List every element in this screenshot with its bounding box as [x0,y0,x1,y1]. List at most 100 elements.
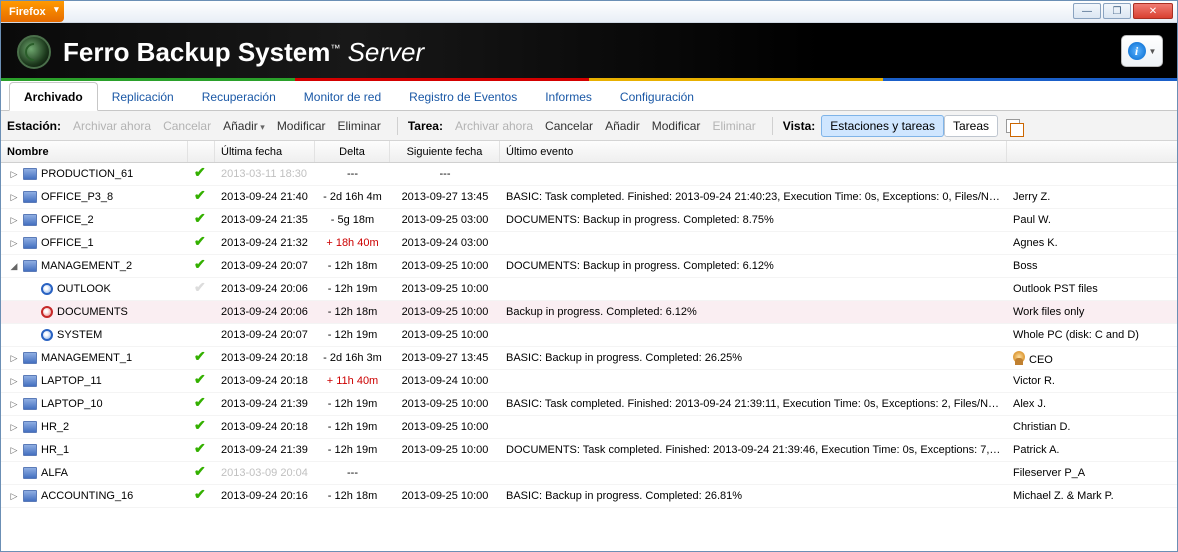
tab-monitor-de-red[interactable]: Monitor de red [290,83,395,110]
person-icon [1013,351,1025,363]
tab-configuraci-n[interactable]: Configuración [606,83,708,110]
view-tareas-button[interactable]: Tareas [944,115,998,137]
col-last-event[interactable]: Último evento [500,141,1007,162]
last-date: 2013-09-24 21:39 [215,398,315,410]
toolbar: Estación: Archivar ahoraCancelarAñadirMo… [1,111,1177,141]
delta: - 2d 16h 3m [315,352,390,364]
firefox-menu-button[interactable]: Firefox [1,1,64,22]
table-row[interactable]: DOCUMENTS2013-09-24 20:06- 12h 18m2013-0… [1,301,1177,324]
table-row[interactable]: SYSTEM2013-09-24 20:07- 12h 19m2013-09-2… [1,324,1177,347]
last-date: 2013-09-24 20:06 [215,306,315,318]
tab-archivado[interactable]: Archivado [9,82,98,111]
computer-icon [23,168,37,180]
owner: Michael Z. & Mark P. [1007,490,1177,502]
table-row[interactable]: ▷HR_22013-09-24 20:18- 12h 19m2013-09-25… [1,416,1177,439]
expand-icon[interactable]: ▷ [9,445,19,456]
next-date: 2013-09-25 10:00 [390,260,500,272]
table-row[interactable]: ▷OFFICE_12013-09-24 21:32+ 18h 40m2013-0… [1,232,1177,255]
next-date: 2013-09-27 13:45 [390,352,500,364]
owner: Fileserver P_A [1007,467,1177,479]
expand-icon[interactable]: ▷ [9,491,19,502]
table-row[interactable]: ▷PRODUCTION_612013-03-11 18:30------ [1,163,1177,186]
task-icon [41,329,53,341]
window-close-button[interactable]: ✕ [1133,3,1173,19]
expand-icon[interactable]: ▷ [9,353,19,364]
station-modificar-button[interactable]: Modificar [271,116,332,136]
expand-icon[interactable]: ▷ [9,399,19,410]
grid-body[interactable]: ▷PRODUCTION_612013-03-11 18:30------▷OFF… [1,163,1177,551]
row-name: PRODUCTION_61 [41,168,133,180]
station-a-adir-button[interactable]: Añadir [217,116,271,136]
table-row[interactable]: ▷LAPTOP_112013-09-24 20:18+ 11h 40m2013-… [1,370,1177,393]
window-minimize-button[interactable]: — [1073,3,1101,19]
checkmark-icon [194,443,209,455]
task-eliminar-button: Eliminar [706,116,761,136]
checkmark-icon [194,420,209,432]
row-name: OFFICE_2 [41,214,94,226]
tab-replicaci-n[interactable]: Replicación [98,83,188,110]
last-event: Backup in progress. Completed: 6.12% [500,306,1007,318]
expand-icon[interactable]: ▷ [9,238,19,249]
expand-icon[interactable]: ▷ [9,169,19,180]
task-cancelar-button[interactable]: Cancelar [539,116,599,136]
last-date: 2013-09-24 20:16 [215,490,315,502]
delta: --- [315,168,390,180]
tab-registro-de-eventos[interactable]: Registro de Eventos [395,83,531,110]
next-date: 2013-09-25 10:00 [390,421,500,433]
col-last-date[interactable]: Última fecha [215,141,315,162]
station-archivar-ahora-button: Archivar ahora [67,116,157,136]
table-row[interactable]: ▷OFFICE_22013-09-24 21:35- 5g 18m2013-09… [1,209,1177,232]
expand-icon[interactable]: ▷ [9,422,19,433]
checkmark-icon [194,489,209,501]
checkmark-icon [194,397,209,409]
copy-icon[interactable] [1006,119,1020,133]
view-estaciones-y-tareas-button[interactable]: Estaciones y tareas [821,115,944,137]
row-name: OFFICE_P3_8 [41,191,113,203]
last-date: 2013-09-24 20:18 [215,352,315,364]
row-name: HR_2 [41,421,69,433]
task-a-adir-button[interactable]: Añadir [599,116,646,136]
col-name[interactable]: Nombre [1,141,188,162]
last-date: 2013-09-24 20:06 [215,283,315,295]
table-row[interactable]: ▷HR_12013-09-24 21:39- 12h 19m2013-09-25… [1,439,1177,462]
delta: - 12h 18m [315,306,390,318]
owner: Work files only [1007,306,1177,318]
expand-icon[interactable]: ▷ [9,192,19,203]
table-row[interactable]: ▷OFFICE_P3_82013-09-24 21:40- 2d 16h 4m2… [1,186,1177,209]
task-icon [41,306,53,318]
expand-icon[interactable]: ◢ [9,261,19,272]
brand-main: Ferro Backup System [63,37,330,67]
col-owner[interactable] [1007,141,1177,162]
row-name: MANAGEMENT_2 [41,260,132,272]
table-row[interactable]: ◢MANAGEMENT_22013-09-24 20:07- 12h 18m20… [1,255,1177,278]
next-date: 2013-09-24 10:00 [390,375,500,387]
table-row[interactable]: ALFA2013-03-09 20:04---Fileserver P_A [1,462,1177,485]
expand-icon[interactable]: ▷ [9,376,19,387]
delta: - 12h 19m [315,329,390,341]
tab-recuperaci-n[interactable]: Recuperación [188,83,290,110]
expand-icon[interactable]: ▷ [9,215,19,226]
window-maximize-button[interactable]: ❐ [1103,3,1131,19]
help-button[interactable]: i ▼ [1121,35,1163,67]
delta: - 12h 19m [315,283,390,295]
next-date: 2013-09-25 10:00 [390,398,500,410]
owner: Outlook PST files [1007,283,1177,295]
row-name: ALFA [41,467,68,479]
last-date: 2013-09-24 21:32 [215,237,315,249]
table-row[interactable]: OUTLOOK2013-09-24 20:06- 12h 19m2013-09-… [1,278,1177,301]
last-event: BASIC: Backup in progress. Completed: 26… [500,490,1007,502]
toolbar-station-label: Estación: [7,119,61,133]
table-row[interactable]: ▷MANAGEMENT_12013-09-24 20:18- 2d 16h 3m… [1,347,1177,370]
station-eliminar-button[interactable]: Eliminar [332,116,387,136]
delta: + 11h 40m [315,375,390,387]
col-delta[interactable]: Delta [315,141,390,162]
table-row[interactable]: ▷LAPTOP_102013-09-24 21:39- 12h 19m2013-… [1,393,1177,416]
computer-icon [23,260,37,272]
col-next-date[interactable]: Siguiente fecha [390,141,500,162]
row-name: SYSTEM [57,329,102,341]
tab-informes[interactable]: Informes [531,83,606,110]
task-modificar-button[interactable]: Modificar [646,116,707,136]
table-row[interactable]: ▷ACCOUNTING_162013-09-24 20:16- 12h 18m2… [1,485,1177,508]
col-status[interactable] [188,141,215,162]
computer-icon [23,352,37,364]
